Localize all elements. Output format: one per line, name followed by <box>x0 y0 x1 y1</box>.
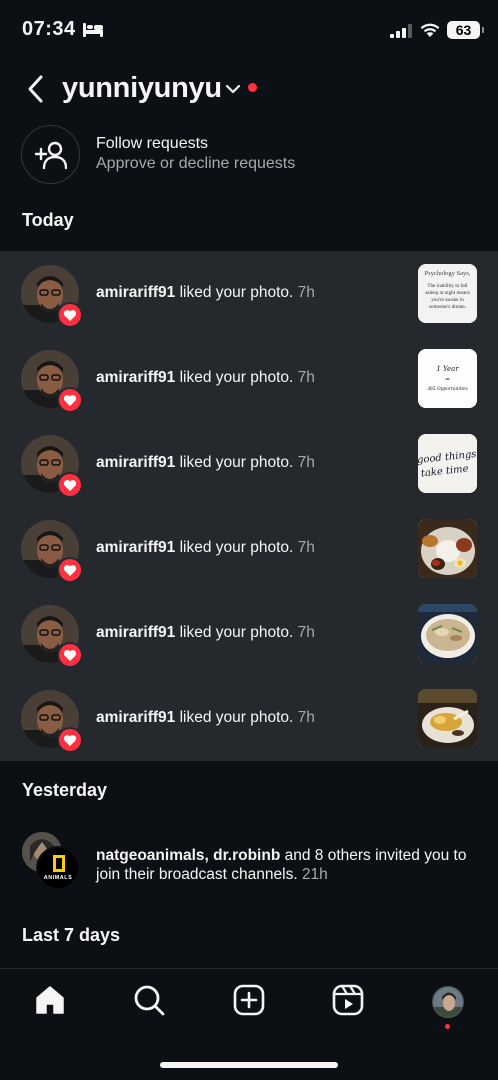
thumb-text: asleep at night means <box>425 290 470 296</box>
like-badge <box>57 557 83 583</box>
battery-indicator: 63 <box>447 21 484 39</box>
notification-time: 7h <box>297 539 315 556</box>
notification-text: amirariff91 liked your photo. 7h <box>96 369 315 387</box>
like-badge <box>57 642 83 668</box>
add-person-icon <box>35 141 67 170</box>
follow-requests-row[interactable]: Follow requests Approve or decline reque… <box>0 124 498 186</box>
notification-usernames[interactable]: natgeoanimals, dr.robinb <box>96 847 280 864</box>
activity-header: yunniyunyu <box>0 62 498 116</box>
notification-action: liked your photo. <box>179 284 294 301</box>
natgeo-badge-text: ANIMALS <box>43 875 73 881</box>
notification-text: amirariff91 liked your photo. 7h <box>96 709 315 727</box>
notification-time: 7h <box>297 709 315 726</box>
notification-row[interactable]: amirariff91 liked your photo. 7h <box>0 506 498 591</box>
notification-username[interactable]: amirariff91 <box>96 624 175 641</box>
sleep-focus-icon <box>83 23 103 37</box>
notification-username[interactable]: amirariff91 <box>96 369 175 386</box>
notification-time: 7h <box>297 624 315 641</box>
notification-row[interactable]: amirariff91 liked your photo. 7h 1 Year … <box>0 336 498 421</box>
soup-bowl-thumbnail[interactable] <box>418 604 477 663</box>
tab-search[interactable] <box>132 983 166 1017</box>
unread-dot <box>248 83 257 92</box>
thumb-text: The inability to fall <box>427 282 468 289</box>
notification-text: amirariff91 liked your photo. 7h <box>96 454 315 472</box>
notification-time: 7h <box>297 284 315 301</box>
thumb-text: 1 Year <box>436 365 459 373</box>
notification-action: liked your photo. <box>179 709 294 726</box>
reels-icon <box>332 984 364 1016</box>
notification-text: amirariff91 liked your photo. 7h <box>96 624 315 642</box>
notification-row[interactable]: amirariff91 liked your photo. 7h good th… <box>0 421 498 506</box>
notification-text: amirariff91 liked your photo. 7h <box>96 539 315 557</box>
notification-username[interactable]: amirariff91 <box>96 284 175 301</box>
section-yesterday: Yesterday <box>22 780 108 800</box>
heart-icon <box>63 395 77 406</box>
heart-icon <box>63 310 77 321</box>
notification-username[interactable]: amirariff91 <box>96 539 175 556</box>
status-bar: 07:34 63 <box>0 0 498 60</box>
today-notifications: amirariff91 liked your photo. 7h Psychol… <box>0 251 498 761</box>
like-badge <box>57 727 83 753</box>
home-indicator <box>160 1062 338 1068</box>
thumb-text: someone's dream. <box>429 304 466 310</box>
heart-icon <box>63 565 77 576</box>
notification-action: liked your photo. <box>179 454 294 471</box>
tab-home[interactable] <box>33 983 67 1017</box>
notification-action: liked your photo. <box>179 369 294 386</box>
wifi-icon <box>420 23 440 37</box>
notification-time: 7h <box>297 454 315 471</box>
notification-row[interactable]: amirariff91 liked your photo. 7h Psychol… <box>0 251 498 336</box>
notification-row[interactable]: amirariff91 liked your photo. 7h <box>0 591 498 676</box>
one-year-note-thumbnail[interactable]: 1 Year = 365 Opportunities <box>418 349 477 408</box>
heart-icon <box>63 735 77 746</box>
status-time: 07:34 <box>22 18 76 40</box>
new-post-icon <box>233 984 265 1016</box>
profile-avatar <box>433 987 463 1017</box>
tab-reels[interactable] <box>331 983 365 1017</box>
notification-username[interactable]: amirariff91 <box>96 454 175 471</box>
follow-requests-subtitle: Approve or decline requests <box>96 155 296 172</box>
rice-plate-thumbnail[interactable] <box>418 519 477 578</box>
follow-requests-icon-wrap <box>21 125 80 184</box>
food-plate-thumbnail[interactable] <box>418 689 477 748</box>
tab-create[interactable] <box>232 983 266 1017</box>
like-badge <box>57 472 83 498</box>
thumb-text: you're awake in <box>431 297 464 303</box>
broadcast-invite-row[interactable]: ANIMALS natgeoanimals, dr.robinb and 8 o… <box>0 826 498 896</box>
like-badge <box>57 387 83 413</box>
psychology-quote-thumbnail[interactable]: Psychology Says, The inability to fall a… <box>418 264 477 323</box>
notification-row[interactable]: amirariff91 liked your photo. 7h <box>0 676 498 761</box>
section-last-7-days: Last 7 days <box>22 925 121 945</box>
notification-action: liked your photo. <box>179 624 294 641</box>
home-icon <box>36 986 64 1014</box>
heart-icon <box>63 650 77 661</box>
account-switcher[interactable]: yunniyunyu <box>62 72 222 105</box>
follow-requests-title: Follow requests <box>96 135 209 152</box>
chevron-down-icon[interactable] <box>224 82 242 96</box>
notification-time: 7h <box>297 369 315 386</box>
notification-username[interactable]: amirariff91 <box>96 709 175 726</box>
tab-profile[interactable] <box>432 986 464 1018</box>
broadcast-invite-text: natgeoanimals, dr.robinb and 8 others in… <box>96 846 486 884</box>
heart-icon <box>63 480 77 491</box>
section-today: Today <box>22 210 74 230</box>
good-things-note-thumbnail[interactable]: good things take time <box>418 434 477 493</box>
back-arrow-icon[interactable] <box>24 74 48 104</box>
notification-time: 21h <box>301 866 328 883</box>
thumb-text: 365 Opportunities <box>427 387 468 392</box>
like-badge <box>57 302 83 328</box>
search-icon <box>134 985 165 1016</box>
tab-bar <box>0 969 498 1080</box>
natgeo-logo-icon <box>53 855 65 872</box>
notification-text: amirariff91 liked your photo. 7h <box>96 284 315 302</box>
notification-action: liked your photo. <box>179 539 294 556</box>
signal-icon <box>390 24 412 38</box>
profile-notification-dot <box>445 1024 450 1029</box>
thumb-text: = <box>445 376 450 383</box>
natgeo-animals-avatar[interactable]: ANIMALS <box>36 846 80 890</box>
thumb-text: Psychology Says, <box>425 270 471 277</box>
